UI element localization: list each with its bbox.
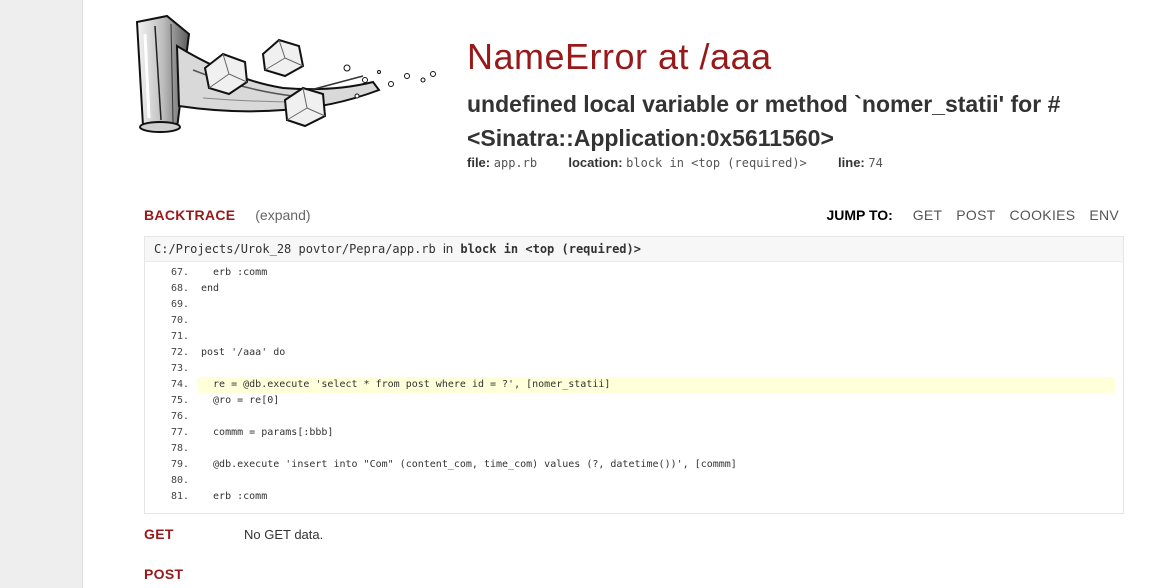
expand-link[interactable]: (expand) <box>255 207 310 223</box>
code-line: 81. erb :comm <box>145 489 1123 505</box>
line-code: post '/aaa' do <box>201 347 286 358</box>
line-number: 67. <box>170 267 189 278</box>
code-line: 75. @ro = re[0] <box>145 393 1123 409</box>
code-line: 74. re = @db.execute 'select * from post… <box>145 377 1123 393</box>
file-value: app.rb <box>493 156 538 170</box>
code-line: 69. <box>145 297 1123 313</box>
line-number: 72. <box>170 347 189 358</box>
code-line: 73. <box>145 361 1123 377</box>
jump-cookies-link[interactable]: COOKIES <box>1010 207 1076 223</box>
backtrace-header: BACKTRACE (expand) JUMP TO: GET POST COO… <box>144 207 1119 227</box>
frame-in-label: in <box>443 241 454 256</box>
code-line: 80. <box>145 473 1123 489</box>
line-code: erb :comm <box>201 491 268 502</box>
jump-get-link[interactable]: GET <box>913 207 943 223</box>
line-number: 68. <box>170 283 189 294</box>
jump-to-nav: JUMP TO: GET POST COOKIES ENV <box>826 207 1119 223</box>
line-label: line: <box>838 155 865 170</box>
post-section-title: POST <box>144 566 184 582</box>
backtrace-frame[interactable]: C:/Projects/Urok_28 povtor/Pepra/app.rb … <box>144 236 1124 514</box>
code-line: 70. <box>145 313 1123 329</box>
frame-header[interactable]: C:/Projects/Urok_28 povtor/Pepra/app.rb … <box>145 237 1123 262</box>
file-label: file: <box>467 155 491 170</box>
line-code: erb :comm <box>201 267 268 278</box>
get-section-title: GET <box>144 526 174 542</box>
frame-context: block in <top (required)> <box>460 242 641 256</box>
line-number: 77. <box>170 427 189 438</box>
line-number: 73. <box>170 363 189 374</box>
code-line: 72. post '/aaa' do <box>145 345 1123 361</box>
line-number: 69. <box>170 299 189 310</box>
code-line: 78. <box>145 441 1123 457</box>
line-number: 81. <box>170 491 189 502</box>
line-number: 76. <box>170 411 189 422</box>
line-value: 74 <box>868 156 883 170</box>
line-code: end <box>201 283 220 294</box>
get-data-note: No GET data. <box>244 527 324 542</box>
code-line: 77. commm = params[:bbb] <box>145 425 1123 441</box>
code-line: 79. @db.execute 'insert into "Com" (cont… <box>145 457 1123 473</box>
code-line: 76. <box>145 409 1123 425</box>
jump-env-link[interactable]: ENV <box>1089 207 1119 223</box>
line-code: re = @db.execute 'select * from post whe… <box>197 377 1115 393</box>
code-listing: 67. erb :comm 68. end 69. 70. 71. 72. post '/aa… <box>145 265 1123 505</box>
line-number: 79. <box>170 459 189 470</box>
line-number: 80. <box>170 475 189 486</box>
jump-post-link[interactable]: POST <box>956 207 995 223</box>
location-value: block in <top (required)> <box>626 156 807 170</box>
code-line: 71. <box>145 329 1123 345</box>
line-code: @ro = re[0] <box>201 395 280 406</box>
line-code: commm = params[:bbb] <box>201 427 334 438</box>
line-number: 70. <box>170 315 189 326</box>
line-number: 74. <box>170 379 189 390</box>
error-message: undefined local variable or method `nome… <box>467 91 1061 151</box>
error-page: NameError at /aaa undefined local variab… <box>82 0 1166 588</box>
location-label: location: <box>568 155 623 170</box>
error-location-meta: file: app.rb location: block in <top (re… <box>467 155 883 170</box>
line-number: 75. <box>170 395 189 406</box>
error-title: NameError at /aaa <box>467 36 772 77</box>
frame-path: C:/Projects/Urok_28 povtor/Pepra/app.rb <box>154 242 436 256</box>
jump-to-label: JUMP TO: <box>826 207 893 223</box>
code-line: 67. erb :comm <box>145 265 1123 281</box>
line-number: 78. <box>170 443 189 454</box>
line-code: @db.execute 'insert into "Com" (content_… <box>201 459 737 470</box>
sinatra-logo-icon <box>135 14 436 133</box>
line-number: 71. <box>170 331 189 342</box>
backtrace-title: BACKTRACE <box>144 207 236 223</box>
code-line: 68. end <box>145 281 1123 297</box>
